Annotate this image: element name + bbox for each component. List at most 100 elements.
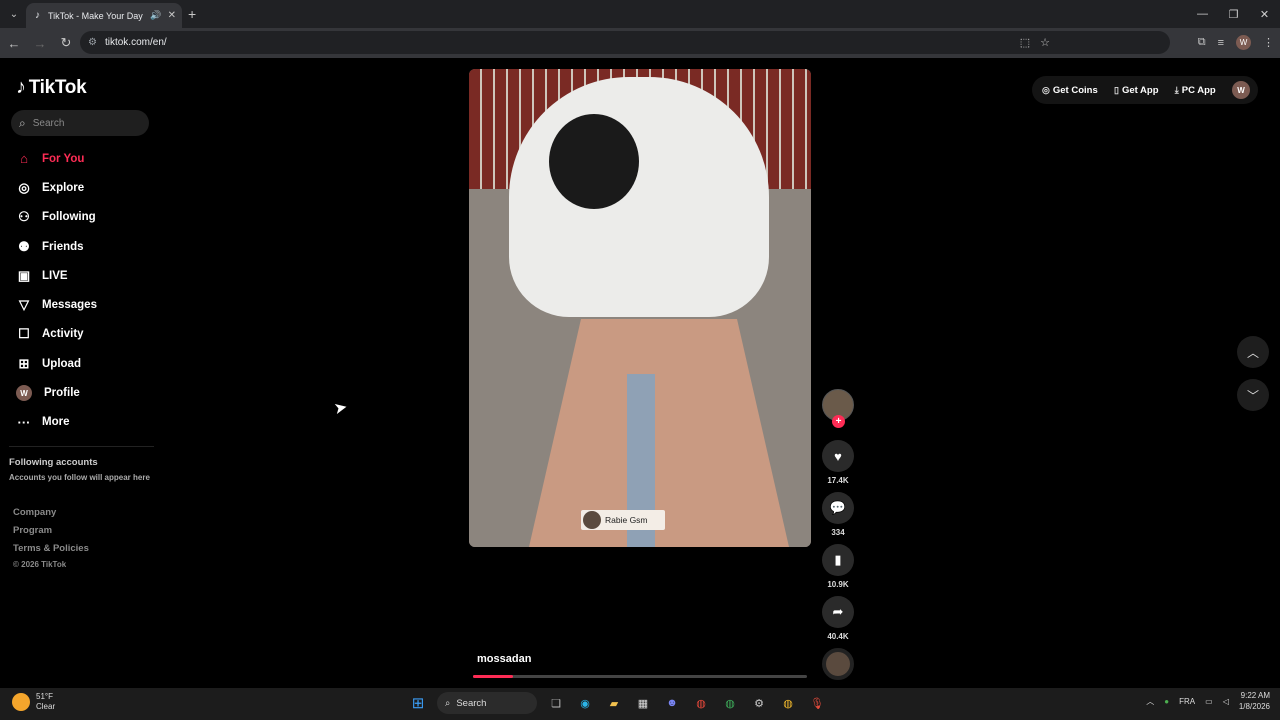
download-icon: ⤓ [1174, 84, 1179, 95]
nav-item-friends[interactable]: ⚉ Friends [14, 232, 154, 261]
chrome-profile-avatar[interactable]: W [1236, 35, 1251, 50]
new-tab-icon[interactable]: + [188, 6, 196, 22]
nav-item-upload[interactable]: ⊞ Upload [14, 349, 154, 378]
nav-label: Activity [42, 328, 84, 341]
chevron-down-icon: ﹀ [1246, 388, 1259, 403]
search-icon: ⌕ [445, 697, 451, 709]
get-app-button[interactable]: ▯ Get App [1114, 85, 1159, 96]
bookmark-star-icon[interactable]: ☆ [1040, 36, 1050, 49]
mouse-cursor-icon: ➤ [332, 398, 350, 419]
phone-icon: ▯ [1113, 84, 1119, 95]
task-view-icon[interactable]: ❏ [546, 693, 566, 713]
footer-link-terms[interactable]: Terms & Policies [13, 543, 89, 554]
previous-video-button[interactable]: ︿ [1237, 336, 1269, 368]
search-input[interactable]: ⌕ Search [11, 110, 149, 136]
save-action: ▮ 10.9K [822, 544, 854, 589]
nav-label: For You [42, 152, 85, 165]
tiktok-logo[interactable]: ♪ TikTok [16, 76, 87, 99]
follow-plus-icon[interactable]: + [832, 415, 845, 428]
close-window-icon[interactable]: ✕ [1249, 0, 1280, 28]
video-player[interactable]: Rabie Gsm [469, 69, 811, 547]
microphone-app-icon[interactable]: 🎙 [807, 693, 827, 713]
video-progress-bar[interactable] [473, 675, 807, 678]
reload-icon[interactable]: ↻ [54, 31, 78, 55]
file-explorer-icon[interactable]: ▰ [604, 693, 624, 713]
toolbar-right: ⧉ ≡ W ⋮ [1198, 31, 1274, 54]
tab-search-icon[interactable]: ⌄ [0, 0, 28, 28]
address-bar[interactable]: ⚙ tiktok.com/en/ ⬚ ☆ [80, 31, 1170, 54]
nav-item-for-you[interactable]: ⌂ For You [14, 144, 154, 173]
video-frame-person [509, 77, 769, 317]
browser-tab[interactable]: ♪ TikTok - Make Your Day 🔊 ✕ [26, 3, 182, 28]
windows-taskbar: 51°F Clear ⊞ ⌕ Search ❏ ◉ ▰ ▦ ☻ ◍ ◍ ⚙ ◍ 🎙… [0, 688, 1280, 720]
nav-item-messages[interactable]: ▽ Messages [14, 290, 154, 319]
video-author[interactable]: mossadan [477, 653, 531, 665]
extensions-icon[interactable]: ⧉ [1198, 36, 1206, 49]
weather-icon [12, 693, 30, 711]
comment-icon[interactable]: 💬 [822, 492, 854, 524]
media-control-icon[interactable]: ≡ [1218, 37, 1224, 49]
video-overlay-label: Rabie Gsm [581, 510, 665, 530]
back-icon[interactable]: ← [2, 31, 26, 55]
tab-audio-icon[interactable]: 🔊 [150, 10, 161, 21]
weather-widget[interactable]: 51°F Clear [12, 692, 55, 712]
tab-close-icon[interactable]: ✕ [168, 10, 176, 21]
network-icon[interactable]: ▭ [1205, 697, 1213, 706]
heart-icon[interactable]: ♥ [822, 440, 854, 472]
nav-label: More [42, 416, 70, 429]
clock[interactable]: 9:22 AM 1/8/2026 [1239, 690, 1270, 712]
language-indicator[interactable]: FRA [1179, 697, 1195, 706]
chrome-menu-icon[interactable]: ⋮ [1263, 36, 1274, 49]
minimize-icon[interactable]: — [1187, 0, 1218, 28]
chrome-beta-icon[interactable]: ◍ [720, 693, 740, 713]
avatar: W [16, 385, 32, 402]
nav-item-following[interactable]: ⚇ Following [14, 203, 154, 232]
url-text: tiktok.com/en/ [104, 37, 167, 48]
settings-icon[interactable]: ⚙ [749, 693, 769, 713]
install-app-icon[interactable]: ⬚ [1020, 36, 1030, 49]
chrome-active-icon[interactable]: ◍ [778, 693, 798, 713]
get-app-label: Get App [1121, 84, 1159, 96]
bookmark-icon[interactable]: ▮ [822, 544, 854, 576]
taskbar-search[interactable]: ⌕ Search [437, 692, 537, 714]
discord-icon[interactable]: ☻ [662, 693, 682, 713]
maximize-icon[interactable]: ❐ [1218, 0, 1249, 28]
tab-title: TikTok - Make Your Day [48, 10, 143, 21]
windows-start-icon[interactable]: ⊞ [408, 693, 428, 713]
footer-link-company[interactable]: Company [13, 507, 56, 518]
comment-count: 334 [831, 528, 845, 537]
forward-icon[interactable]: → [28, 31, 52, 55]
site-info-icon[interactable]: ⚙ [88, 37, 97, 48]
nav-item-explore[interactable]: ◎ Explore [14, 173, 154, 202]
compass-icon: ◎ [18, 179, 30, 195]
nav-item-live[interactable]: ▣ LIVE [14, 261, 154, 290]
taskbar-search-label: Search [456, 697, 487, 709]
nav-item-profile[interactable]: W Profile [14, 378, 154, 407]
next-video-button[interactable]: ﹀ [1237, 379, 1269, 411]
home-icon: ⌂ [20, 151, 28, 167]
sidebar-divider [9, 446, 154, 447]
chrome-icon[interactable]: ◍ [691, 693, 711, 713]
nav-label: Explore [42, 181, 85, 194]
people-icon: ⚉ [18, 238, 30, 254]
profile-avatar[interactable]: W [1231, 81, 1250, 99]
live-icon: ▣ [17, 267, 31, 283]
get-coins-button[interactable]: ◎ Get Coins [1042, 85, 1098, 96]
share-icon[interactable]: ➦ [822, 596, 854, 628]
like-count: 17.4K [827, 476, 849, 485]
tray-overflow-icon[interactable]: ︿ [1146, 696, 1154, 707]
search-icon: ⌕ [19, 115, 26, 130]
edge-icon[interactable]: ◉ [575, 693, 595, 713]
nav-item-activity[interactable]: ☐ Activity [14, 320, 154, 349]
nav-label: Upload [42, 357, 81, 370]
music-disc-icon[interactable] [822, 648, 854, 680]
footer-link-program[interactable]: Program [13, 525, 52, 536]
nav-label: Friends [42, 240, 84, 253]
pc-app-button[interactable]: ⤓ PC App [1175, 85, 1216, 96]
nav-item-more[interactable]: ··· More [14, 408, 154, 437]
send-icon: ▽ [19, 297, 29, 313]
store-icon[interactable]: ▦ [633, 693, 653, 713]
mic-tray-icon[interactable]: ● [1164, 697, 1169, 706]
nav-label: LIVE [42, 269, 68, 282]
volume-icon[interactable]: ◁ [1223, 697, 1229, 706]
